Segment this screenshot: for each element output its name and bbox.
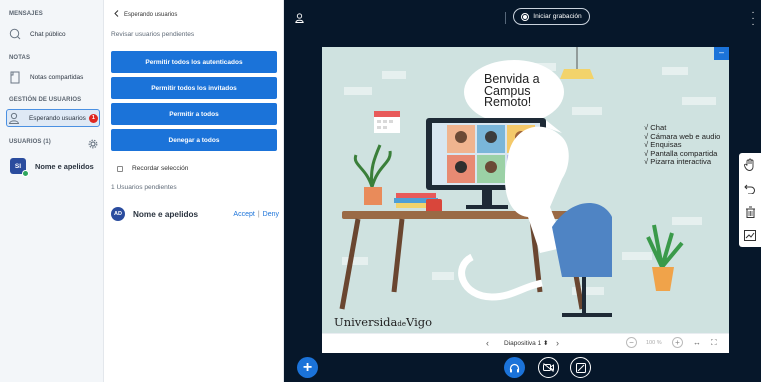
presence-indicator xyxy=(22,170,29,177)
action-separator: | xyxy=(257,210,260,218)
next-slide-button[interactable]: › xyxy=(556,338,559,348)
messages-section-title: MENSAJES xyxy=(9,11,43,17)
divider xyxy=(505,12,506,24)
zoom-in-button[interactable]: + xyxy=(672,337,683,348)
fit-width-icon[interactable]: ↔ xyxy=(693,338,701,347)
slide-label: Diapositiva 1 xyxy=(504,340,542,347)
user-icon xyxy=(7,111,21,125)
bubble-line: Remoto! xyxy=(484,95,532,109)
sidebar-item-label: Chat público xyxy=(30,30,66,38)
kebab-icon[interactable]: · · · xyxy=(751,8,755,30)
user-icon[interactable] xyxy=(295,10,304,28)
avatar: SI xyxy=(10,158,29,177)
sidebar-item-public-chat[interactable]: Chat público xyxy=(8,25,100,43)
remember-selection-checkbox[interactable]: Recordar selección xyxy=(117,165,188,172)
feature-list: √ Chat √ Cámara web e audio √ Enquisas √… xyxy=(644,123,720,167)
review-label: Revisar usuarios pendientes xyxy=(111,31,195,38)
back-icon xyxy=(114,10,119,19)
whiteboard-toolbar xyxy=(739,153,761,247)
avatar-initials: SI xyxy=(14,162,22,170)
minimize-presentation-button[interactable]: – xyxy=(714,47,729,60)
sidebar: MENSAJES Chat público NOTAS Notas compar… xyxy=(0,0,104,382)
headphones-icon[interactable] xyxy=(504,357,525,378)
record-label: Iniciar grabación xyxy=(533,13,582,20)
pending-user-row: AD Nome e apelidos Accept | Deny xyxy=(111,205,279,223)
hand-icon[interactable] xyxy=(741,156,759,174)
checkbox-box[interactable] xyxy=(117,165,123,172)
user-list-item[interactable]: SI Nome e apelidos xyxy=(10,157,102,177)
plus-icon[interactable]: + xyxy=(297,357,318,378)
slide-controls: ‹ Diapositiva 1 ⬍ › − 100 % + ↔ ⛶ xyxy=(322,333,729,353)
logo-part: Vigo xyxy=(406,315,433,329)
trash-icon[interactable] xyxy=(741,203,759,221)
sidebar-item-shared-notes[interactable]: Notas compartidas xyxy=(8,68,100,86)
updown-icon: ⬍ xyxy=(543,340,549,347)
notes-section-title: NOTAS xyxy=(9,55,31,61)
logo-part: de xyxy=(397,320,406,328)
waiting-users-panel: Esperando usuarios Revisar usuarios pend… xyxy=(104,0,284,382)
chat-icon xyxy=(8,27,22,41)
start-recording-button[interactable]: Iniciar grabación xyxy=(513,8,590,25)
pending-count-label: 1 Usuarios pendientes xyxy=(111,184,177,191)
university-logo: UniversidadeVigo xyxy=(334,315,432,329)
deny-all-button[interactable]: Denegar a todos xyxy=(111,129,277,151)
welcome-bubble: Benvida a Campus Remoto! xyxy=(484,73,540,109)
screen-share-icon[interactable] xyxy=(570,357,591,378)
logo-part: Universida xyxy=(334,315,398,329)
checkbox-label: Recordar selección xyxy=(132,165,189,172)
slide-frame: Benvida a Campus Remoto! √ Chat √ Cámara… xyxy=(322,47,729,353)
sidebar-item-label: Notas compartidas xyxy=(30,73,84,81)
fullscreen-icon[interactable]: ⛶ xyxy=(711,338,717,348)
gear-icon[interactable] xyxy=(88,136,98,154)
zoom-out-button[interactable]: − xyxy=(626,337,637,348)
pending-user-name: Nome e apelidos xyxy=(133,209,199,219)
users-section-title: USUARIOS (1) xyxy=(9,139,51,145)
camera-icon[interactable] xyxy=(538,357,559,378)
allow-authenticated-button[interactable]: Permitir todos los autenticados xyxy=(111,51,277,73)
feature-item: √ Pizarra interactiva xyxy=(644,157,712,167)
waiting-count-badge: 1 xyxy=(88,113,98,123)
undo-icon[interactable] xyxy=(741,179,759,197)
presentation-slide: Benvida a Campus Remoto! √ Chat √ Cámara… xyxy=(322,47,729,333)
accept-link[interactable]: Accept xyxy=(233,211,254,218)
slide-selector[interactable]: Diapositiva 1 ⬍ xyxy=(504,339,548,347)
sidebar-item-label: Esperando usuarios xyxy=(29,114,86,122)
previous-slide-button[interactable]: ‹ xyxy=(486,338,489,348)
sidebar-item-waiting-users[interactable]: Esperando usuarios 1 xyxy=(6,109,100,127)
presentation-area: Iniciar grabación · · · Benvida a Campus… xyxy=(284,0,761,382)
panel-title: Esperando usuarios xyxy=(124,11,178,18)
allow-all-button[interactable]: Permitir a todos xyxy=(111,103,277,125)
avatar: AD xyxy=(111,207,125,221)
zoom-value: 100 % xyxy=(646,340,662,346)
notes-icon xyxy=(8,70,22,84)
user-name: Nome e apelidos xyxy=(35,161,94,171)
allow-guests-button[interactable]: Permitir todos los invitados xyxy=(111,77,277,99)
multiuser-icon[interactable] xyxy=(741,226,759,244)
user-management-section-title: GESTIÓN DE USUARIOS xyxy=(9,97,82,103)
record-icon xyxy=(521,12,530,21)
back-button[interactable]: Esperando usuarios xyxy=(114,10,177,19)
deny-link[interactable]: Deny xyxy=(263,211,279,218)
